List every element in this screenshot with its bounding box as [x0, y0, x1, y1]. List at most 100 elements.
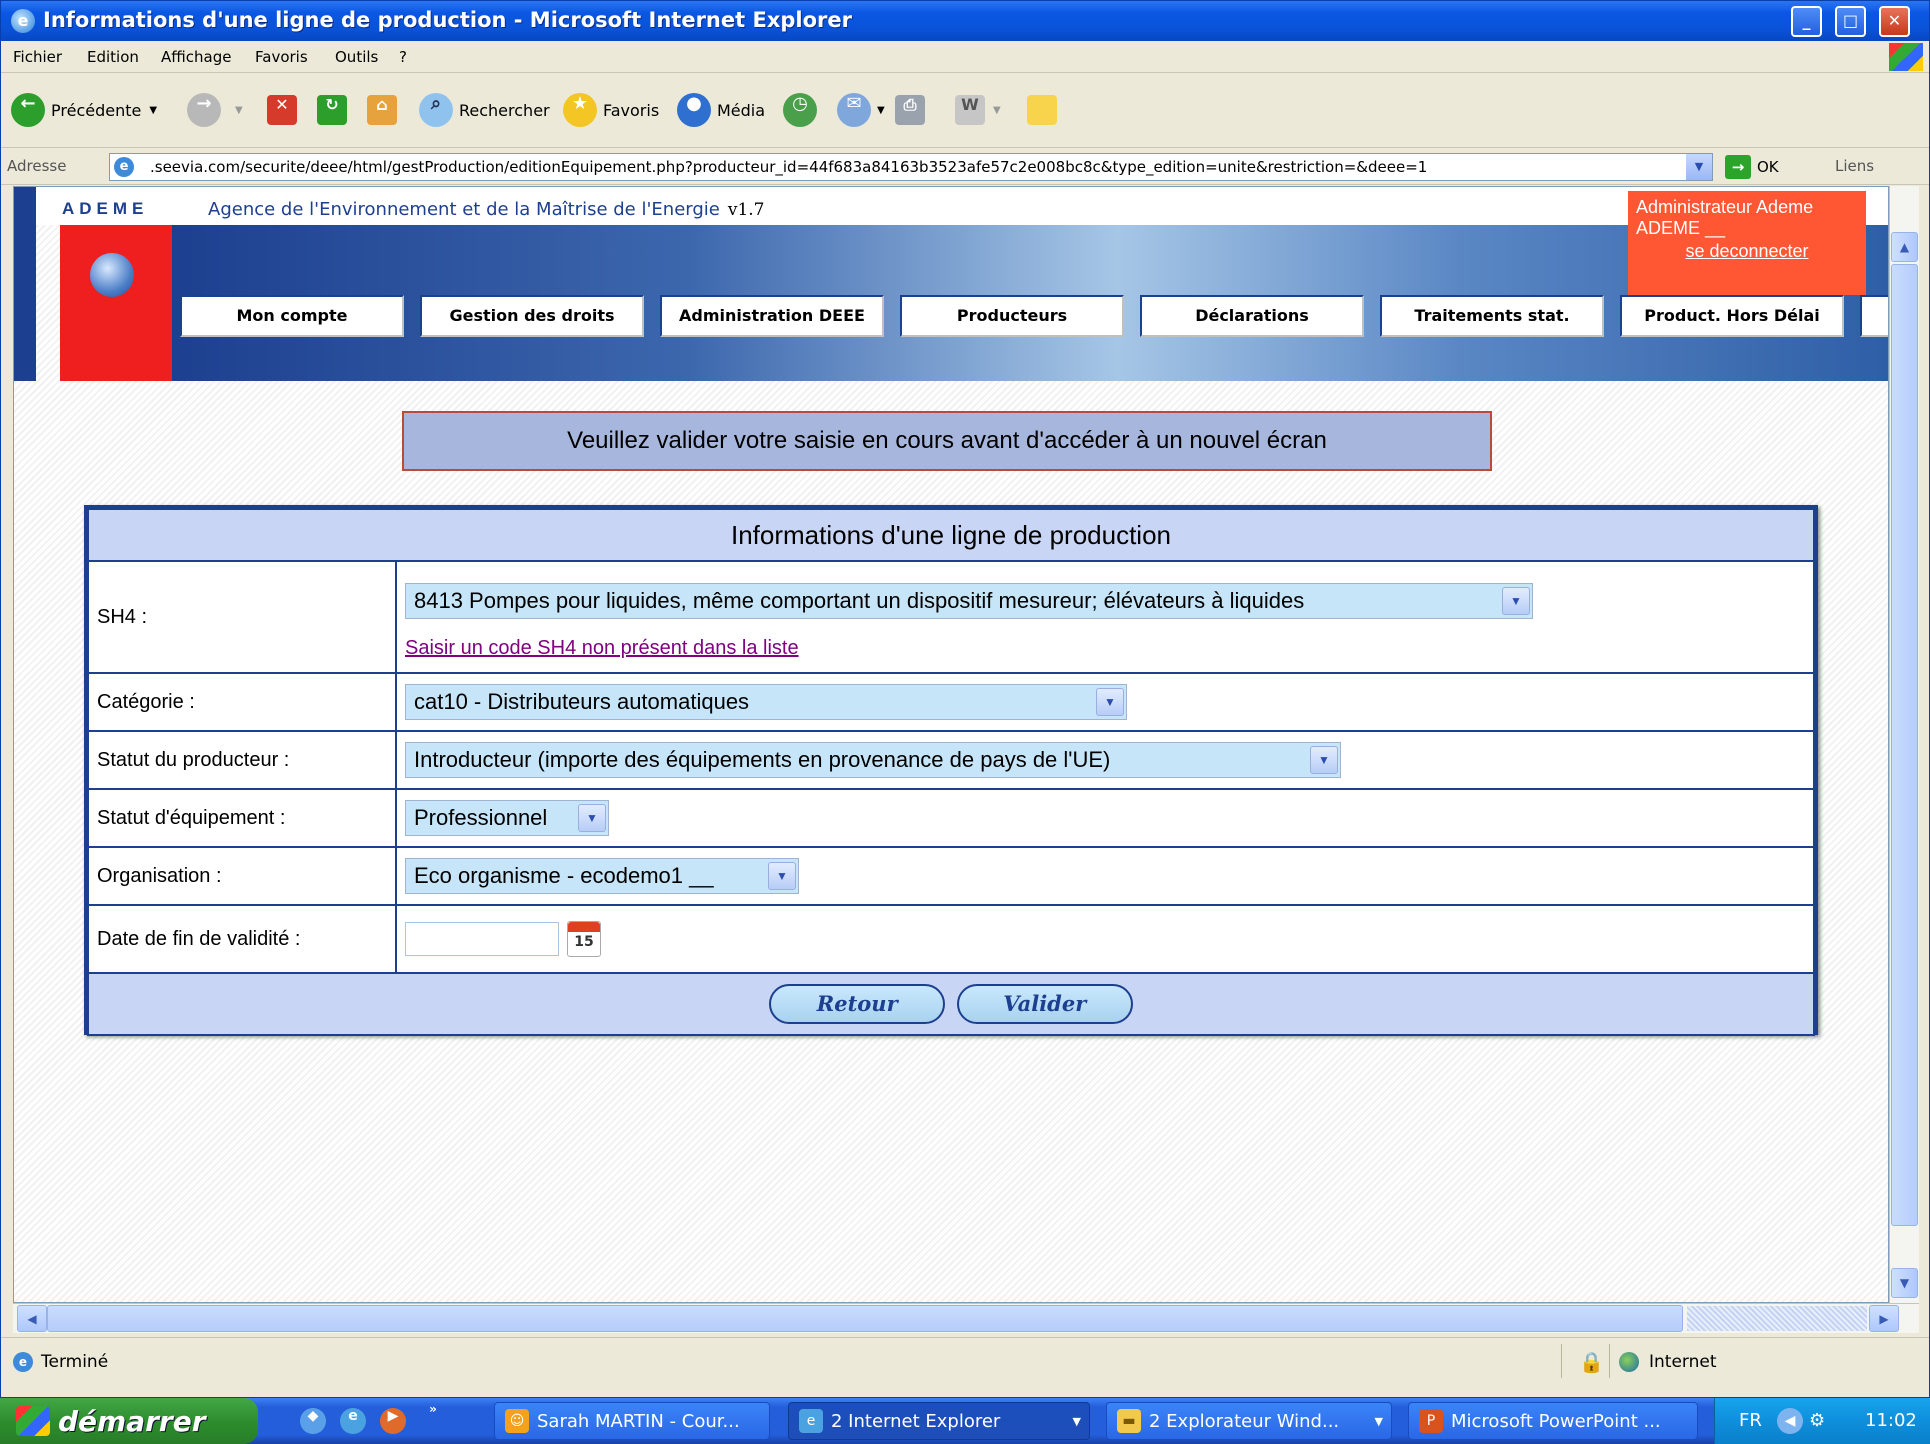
mail-button[interactable]: ✉ ▼	[837, 90, 885, 130]
favorites-button[interactable]: ★ Favoris	[563, 90, 659, 130]
media-button[interactable]: ● Média	[677, 90, 765, 130]
page-icon: e	[13, 1352, 33, 1372]
task-label: 2 Internet Explorer	[831, 1410, 1001, 1432]
logo-block	[60, 225, 172, 381]
task-powerpoint[interactable]: P Microsoft PowerPoint ...	[1408, 1402, 1698, 1440]
messenger-button[interactable]	[1027, 90, 1057, 130]
nav-administration-deee[interactable]: Administration DEEE	[660, 295, 884, 337]
organisation-value: Eco organisme - ecodemo1 __	[414, 863, 714, 888]
horizontal-scroll-thumb[interactable]	[47, 1305, 1683, 1332]
messenger-icon: ☺	[505, 1409, 529, 1433]
search-label: Rechercher	[459, 100, 550, 120]
star-icon: ★	[563, 93, 597, 127]
form-title: Informations d'une ligne de production	[87, 508, 1815, 562]
status-bar: e Terminé 🔒 Internet	[1, 1337, 1929, 1385]
chevron-down-icon: ▼	[1310, 746, 1338, 774]
task-label: 2 Explorateur Wind...	[1149, 1410, 1340, 1432]
chevron-down-icon: ▼	[993, 104, 1001, 116]
task-explorer[interactable]: ▬ 2 Explorateur Wind... ▼	[1106, 1402, 1392, 1440]
address-input[interactable]: e .seevia.com/securite/deee/html/gestPro…	[109, 153, 1713, 181]
task-messenger[interactable]: ☺ Sarah MARTIN - Cour...	[494, 1402, 770, 1440]
scroll-right-button[interactable]: ▶	[1869, 1305, 1899, 1332]
back-button[interactable]: ← Précédente ▼	[11, 90, 157, 130]
home-button[interactable]: ⌂	[367, 90, 397, 130]
internet-zone-icon	[1619, 1352, 1639, 1372]
start-button[interactable]: démarrer	[0, 1398, 258, 1444]
nav-gestion-droits[interactable]: Gestion des droits	[420, 295, 644, 337]
scroll-up-button[interactable]: ▲	[1891, 232, 1918, 262]
chevron-down-icon: ▼	[1502, 586, 1530, 615]
page-icon: e	[114, 157, 134, 177]
edit-button[interactable]: W ▼	[955, 90, 1001, 130]
task-label: Microsoft PowerPoint ...	[1451, 1410, 1661, 1432]
refresh-button[interactable]: ↻	[317, 90, 347, 130]
sh4-select[interactable]: 8413 Pompes pour liquides, même comporta…	[405, 582, 1533, 619]
back-form-button[interactable]: Retour	[769, 984, 946, 1024]
sh4-custom-link[interactable]: Saisir un code SH4 non présent dans la l…	[405, 637, 799, 660]
quicklaunch-more-icon[interactable]: »	[420, 1402, 446, 1428]
nav-mon-compte[interactable]: Mon compte	[180, 295, 404, 337]
search-icon: ⌕	[419, 93, 453, 127]
vertical-scrollbar[interactable]: ▲ ▼	[1889, 186, 1919, 1303]
categorie-select[interactable]: cat10 - Distributeurs automatiques ▼	[405, 684, 1127, 720]
logout-link[interactable]: se deconnecter	[1636, 241, 1858, 262]
task-internet-explorer[interactable]: e 2 Internet Explorer ▼	[788, 1402, 1090, 1440]
chevron-down-icon: ▼	[1096, 688, 1124, 716]
quicklaunch-desktop-icon[interactable]: ◆	[300, 1408, 326, 1434]
nav-traitements-stat[interactable]: Traitements stat.	[1380, 295, 1604, 337]
stop-button[interactable]: ✕	[267, 90, 297, 130]
nav-producteurs[interactable]: Producteurs	[900, 295, 1124, 337]
statut-equipement-select[interactable]: Professionnel ▼	[405, 800, 609, 836]
language-indicator[interactable]: FR	[1739, 1410, 1762, 1431]
print-button[interactable]: ⎙	[895, 90, 925, 130]
vertical-scroll-thumb[interactable]	[1891, 264, 1918, 1226]
ademe-logo: ADEME	[62, 199, 149, 218]
links-button[interactable]: Liens	[1835, 157, 1874, 175]
menu-fichier[interactable]: Fichier	[13, 48, 62, 66]
date-label: Date de fin de validité :	[87, 904, 397, 974]
statut-producteur-select[interactable]: Introducteur (importe des équipements en…	[405, 742, 1341, 778]
menu-favoris[interactable]: Favoris	[255, 48, 308, 66]
network-icon[interactable]: ⚙	[1809, 1410, 1825, 1431]
organisation-select[interactable]: Eco organisme - ecodemo1 __ ▼	[405, 858, 799, 894]
scroll-down-button[interactable]: ▼	[1891, 1268, 1918, 1298]
history-icon: ◷	[783, 93, 817, 127]
date-input[interactable]	[405, 922, 559, 956]
menu-help[interactable]: ?	[399, 48, 407, 66]
quicklaunch-media-icon[interactable]: ▶	[380, 1408, 406, 1434]
nav-overflow[interactable]	[1860, 295, 1888, 337]
menu-affichage[interactable]: Affichage	[161, 48, 231, 66]
tray-expand-icon[interactable]: ◀	[1777, 1408, 1803, 1434]
chevron-down-icon: ▼	[578, 804, 606, 832]
address-url[interactable]: .seevia.com/securite/deee/html/gestProdu…	[150, 158, 1682, 176]
scroll-left-button[interactable]: ◀	[17, 1305, 47, 1332]
task-label: Sarah MARTIN - Cour...	[537, 1410, 740, 1432]
agency-title: Agence de l'Environnement et de la Maîtr…	[208, 199, 765, 220]
menu-edition[interactable]: Edition	[87, 48, 139, 66]
warning-banner: Veuillez valider votre saisie en cours a…	[402, 411, 1492, 471]
history-button[interactable]: ◷	[783, 90, 823, 130]
nav-declarations[interactable]: Déclarations	[1140, 295, 1364, 337]
home-icon: ⌂	[367, 95, 397, 125]
address-dropdown-button[interactable]: ▼	[1686, 154, 1712, 180]
window-title: Informations d'une ligne de production -…	[43, 8, 852, 32]
go-button[interactable]: → OK	[1725, 155, 1779, 179]
toolbar: ← Précédente ▼ → ▼ ✕ ↻ ⌂ ⌕ Rechercher ★ …	[1, 74, 1929, 148]
close-button[interactable]: ✕	[1879, 6, 1910, 37]
nav-product-hors-delai[interactable]: Product. Hors Délai	[1620, 295, 1844, 337]
maximize-button[interactable]: □	[1835, 6, 1866, 37]
version: v1.7	[727, 200, 765, 220]
menu-outils[interactable]: Outils	[335, 48, 378, 66]
security-zone: Internet	[1649, 1352, 1717, 1372]
horizontal-scrollbar[interactable]: ◀ ▶	[13, 1303, 1919, 1333]
categorie-value: cat10 - Distributeurs automatiques	[414, 689, 750, 714]
forward-button[interactable]: → ▼	[187, 90, 243, 130]
submit-button[interactable]: Valider	[956, 984, 1133, 1024]
refresh-icon: ↻	[317, 95, 347, 125]
quicklaunch-ie-icon[interactable]: e	[340, 1408, 366, 1434]
minimize-button[interactable]: _	[1791, 6, 1822, 37]
search-button[interactable]: ⌕ Rechercher	[419, 90, 550, 130]
ie-app-icon: e	[11, 9, 35, 33]
calendar-icon[interactable]: 15	[567, 921, 601, 957]
scroll-track[interactable]	[1687, 1306, 1867, 1331]
